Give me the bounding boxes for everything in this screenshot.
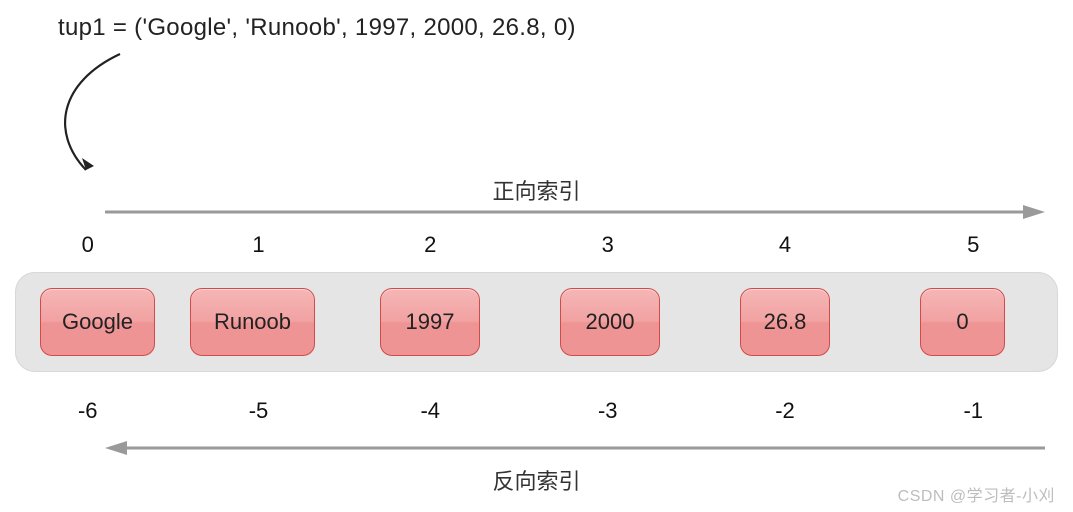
negative-index-3: -3: [519, 398, 697, 424]
forward-index-label: 正向索引: [0, 174, 1073, 206]
negative-index-5: -1: [874, 398, 1073, 424]
positive-index-row: 012345: [0, 232, 1073, 258]
negative-index-row: -6-5-4-3-2-1: [0, 398, 1073, 424]
tuple-item-3: 2000: [560, 288, 660, 356]
spacer: [480, 322, 560, 323]
negative-index-1: -5: [176, 398, 342, 424]
reverse-index-label: 反向索引: [0, 464, 1073, 496]
positive-index-1: 1: [176, 232, 342, 258]
negative-index-4: -2: [697, 398, 874, 424]
positive-index-3: 3: [519, 232, 697, 258]
spacer: [315, 322, 380, 323]
code-line: tup1 = ('Google', 'Runoob', 1997, 2000, …: [58, 14, 576, 42]
tuple-item-4: 26.8: [740, 288, 830, 356]
tuple-item-0: Google: [40, 288, 155, 356]
positive-index-4: 4: [697, 232, 874, 258]
curve-arrow-icon: [40, 42, 150, 182]
spacer: [155, 322, 190, 323]
reverse-arrow-icon: [105, 440, 1045, 456]
spacer: [660, 322, 740, 323]
spacer: [830, 322, 920, 323]
tuple-item-5: 0: [920, 288, 1005, 356]
diagram-root: tup1 = ('Google', 'Runoob', 1997, 2000, …: [0, 0, 1073, 512]
tuple-cells: Google Runoob 1997 2000 26.8 0: [0, 272, 1073, 372]
positive-index-2: 2: [342, 232, 520, 258]
forward-arrow-icon: [105, 204, 1045, 220]
negative-index-2: -4: [342, 398, 520, 424]
tuple-item-2: 1997: [380, 288, 480, 356]
tuple-item-1: Runoob: [190, 288, 315, 356]
positive-index-5: 5: [874, 232, 1073, 258]
spacer: [0, 322, 40, 323]
negative-index-0: -6: [0, 398, 176, 424]
positive-index-0: 0: [0, 232, 176, 258]
